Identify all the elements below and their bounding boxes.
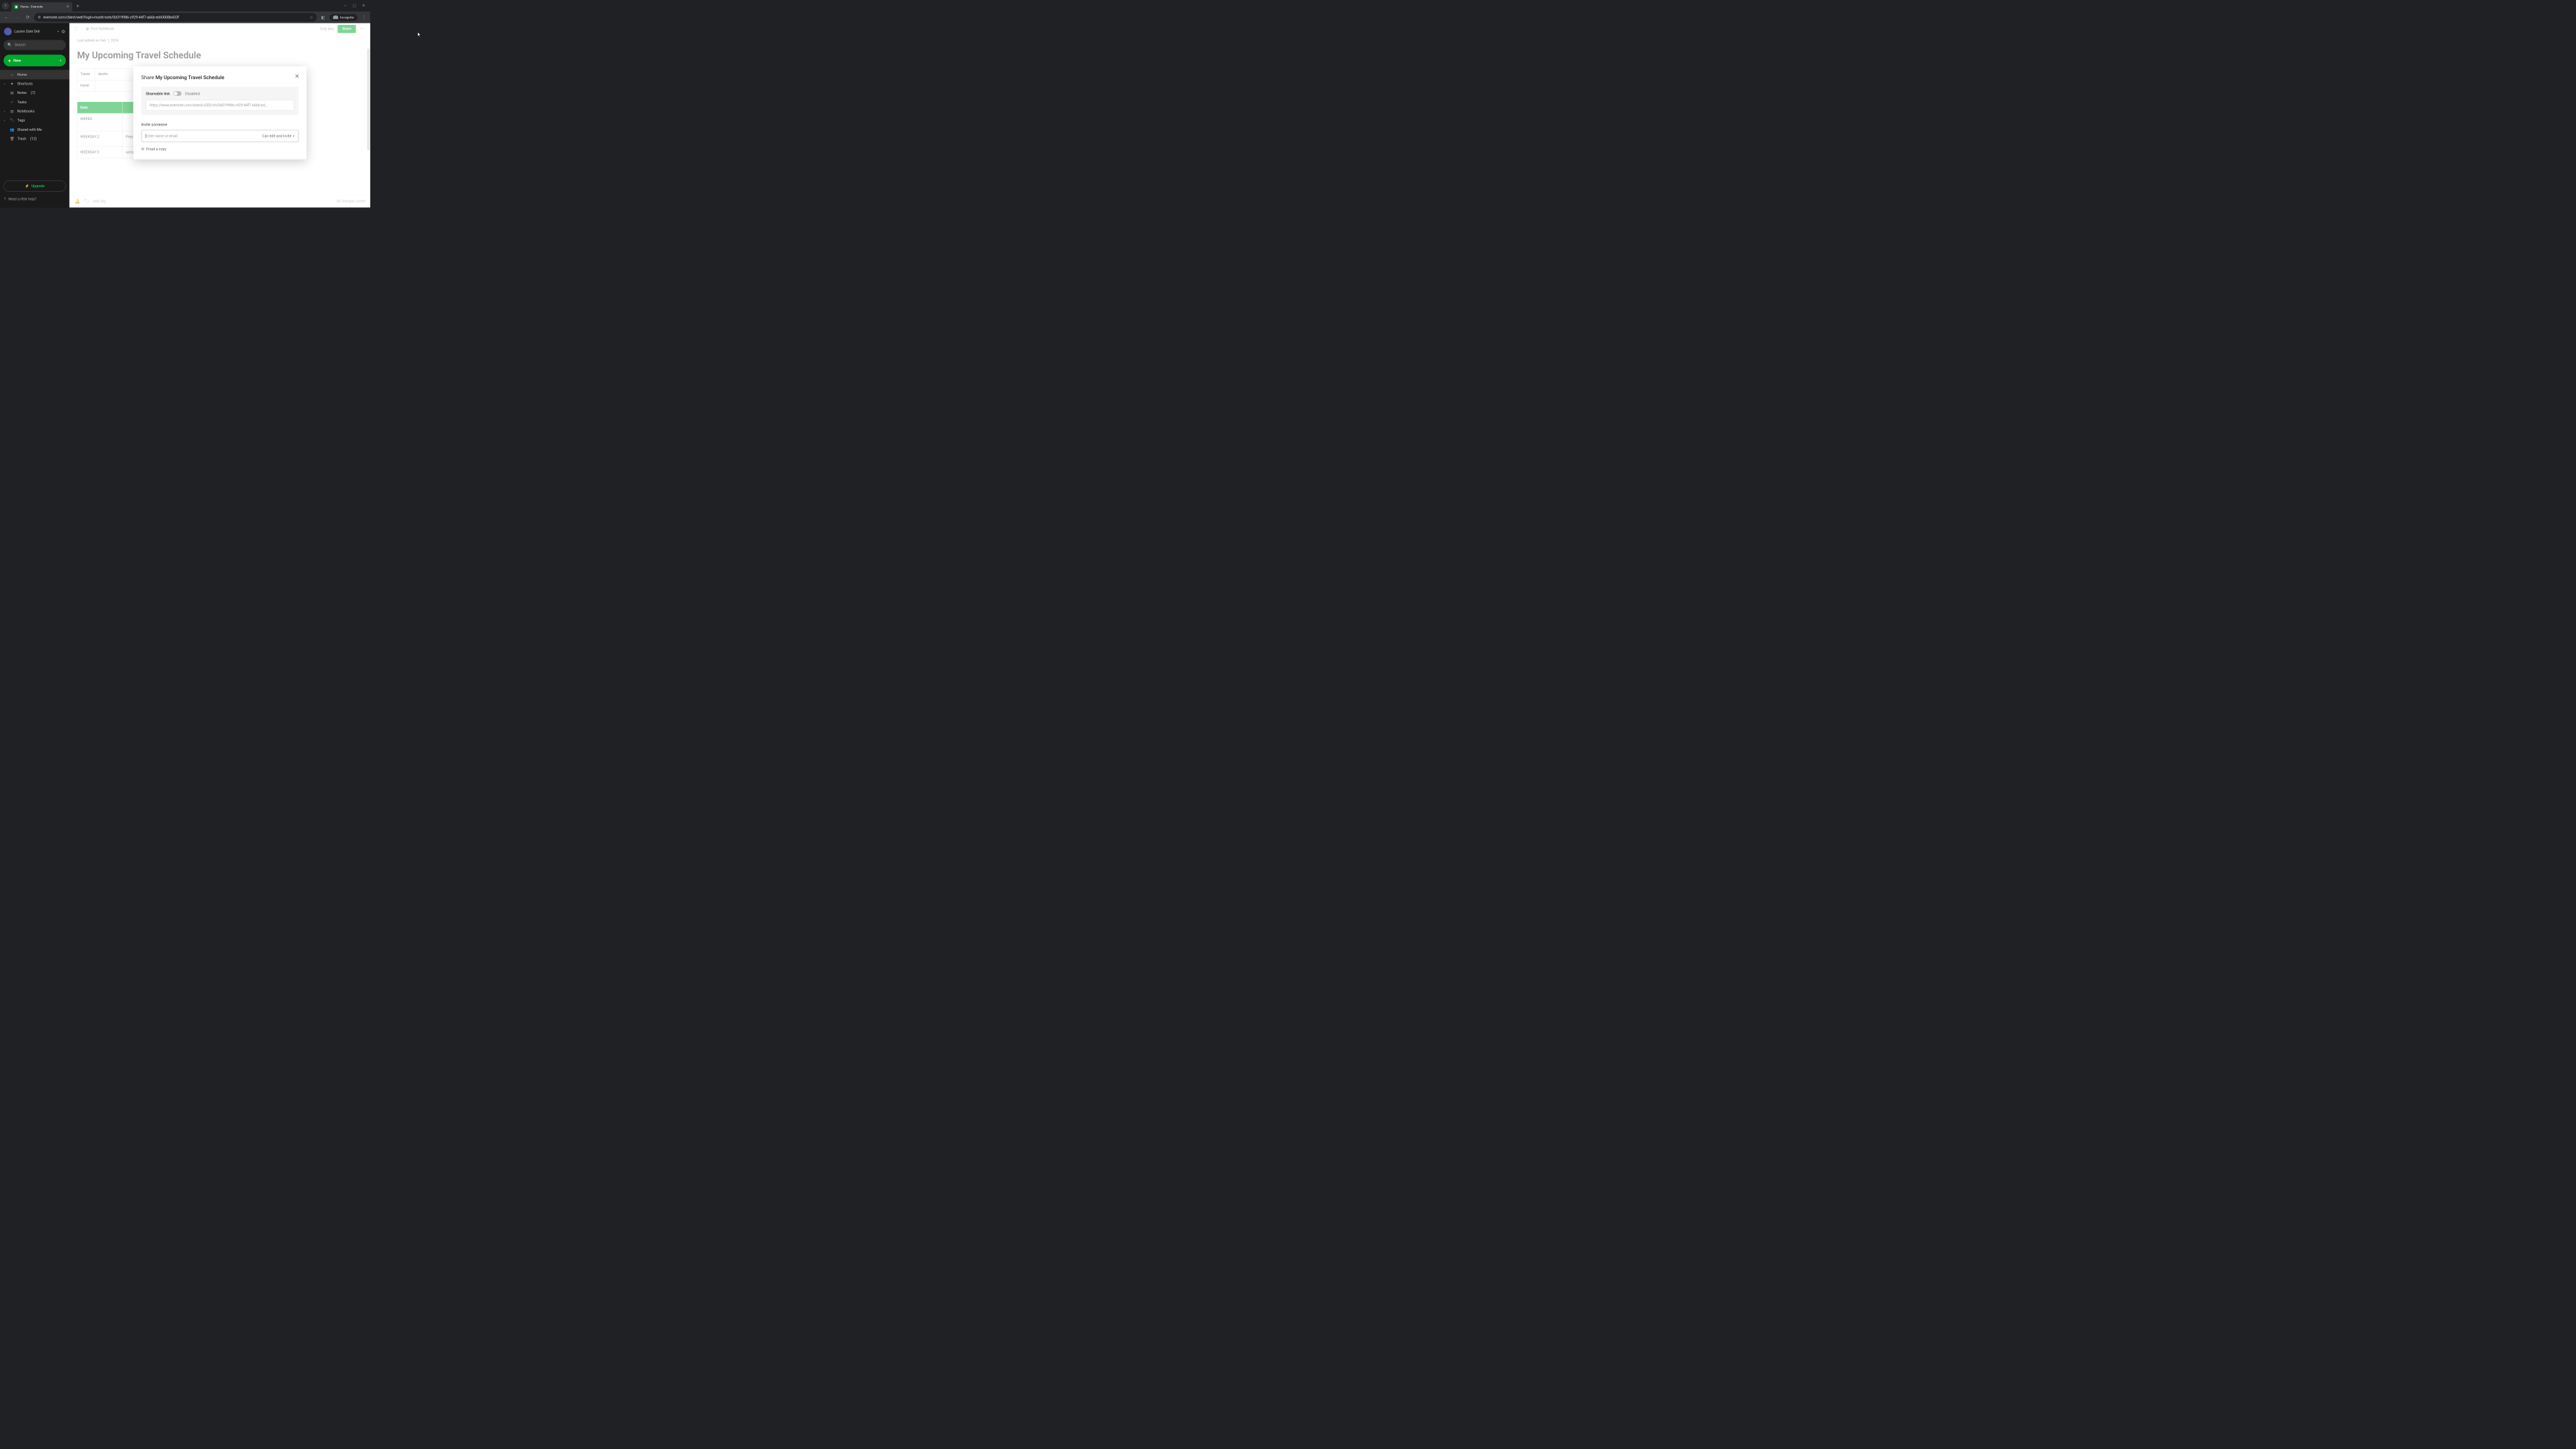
sidebar-item-count: (12)	[30, 137, 37, 141]
sidebar-item-label: Shared with Me	[17, 127, 42, 131]
sidebar-item-label: Home	[17, 72, 27, 76]
email-a-copy-link[interactable]: ✉ Email a copy	[142, 147, 299, 151]
help-label: Need a little help?	[8, 197, 36, 201]
invite-input[interactable]: Enter name or email Can edit and invite …	[142, 130, 299, 142]
sidebar-item-label: Tags	[17, 119, 25, 123]
modal-overlay[interactable]: Share My Upcoming Travel Schedule ✕ Shar…	[69, 23, 370, 207]
site-settings-icon[interactable]: ⚙	[38, 15, 41, 19]
sidebar-item-label: Trash	[17, 137, 26, 141]
close-window-button[interactable]: ✕	[362, 3, 365, 7]
side-panel-button[interactable]: ◧	[319, 13, 327, 21]
modal-title: Share My Upcoming Travel Schedule	[142, 74, 299, 80]
email-copy-label: Email a copy	[146, 147, 166, 151]
trash-icon: 🗑	[9, 137, 14, 141]
mouse-cursor	[418, 32, 421, 38]
new-tab-button[interactable]: +	[76, 3, 79, 9]
expand-caret-icon[interactable]: ▸	[4, 119, 7, 122]
invite-section-label: Invite someone	[142, 122, 299, 127]
address-bar[interactable]: ⚙ evernote.com/client/web?login=true#/no…	[34, 13, 317, 21]
sidebar-item-count: (7)	[31, 91, 36, 95]
note-icon: ▤	[9, 91, 14, 95]
check-circle-icon: ✓	[9, 100, 14, 104]
upgrade-label: Upgrade	[32, 184, 45, 188]
incognito-label: Incognito	[340, 15, 354, 19]
sidebar-item-tags[interactable]: ▸ 🏷 Tags	[0, 116, 69, 125]
new-label: New	[13, 58, 57, 63]
tab-search-dropdown[interactable]: ▾	[2, 2, 9, 9]
incognito-icon	[333, 15, 338, 19]
new-button[interactable]: + New ▾	[3, 54, 66, 66]
user-menu[interactable]: Lauren Dale Deli ▾ ⚙	[0, 26, 69, 37]
sidebar-item-notes[interactable]: ▤ Notes (7)	[0, 89, 69, 98]
minimize-button[interactable]: —	[343, 3, 346, 7]
back-button[interactable]: ←	[2, 13, 11, 21]
maximize-button[interactable]: ▢	[353, 3, 356, 7]
window-controls: — ▢ ✕	[343, 3, 368, 7]
note-pane: ⛶ ▥ First Notebook Only you Share ⋯ Last…	[69, 23, 370, 207]
browser-menu-button[interactable]: ⋮	[360, 15, 368, 20]
shareable-link-row: Shareable link Disabled	[146, 91, 294, 96]
browser-titlebar: ▾ Home - Evernote ✕ + — ▢ ✕	[0, 0, 370, 11]
home-icon: ⌂	[9, 72, 14, 76]
evernote-app: Lauren Dale Deli ▾ ⚙ 🔍 Search + New ▾ ⌂ …	[0, 23, 370, 207]
close-icon[interactable]: ✕	[294, 74, 299, 80]
shareable-link-toggle[interactable]	[174, 91, 182, 96]
plus-icon: +	[8, 58, 11, 64]
avatar	[4, 28, 11, 35]
sidebar-item-home[interactable]: ⌂ Home	[0, 70, 69, 79]
search-placeholder: Search	[15, 43, 25, 47]
tab-title: Home - Evernote	[20, 5, 64, 9]
sidebar-item-tasks[interactable]: ✓ Tasks	[0, 98, 69, 107]
sidebar-item-trash[interactable]: 🗑 Trash (12)	[0, 134, 69, 144]
shareable-link-section: Shareable link Disabled https://www.ever…	[142, 87, 299, 115]
toggle-state-label: Disabled	[185, 91, 200, 96]
chevron-down-icon: ▾	[60, 59, 61, 62]
star-icon: ★	[9, 82, 14, 86]
people-icon: 👥	[9, 127, 14, 131]
sidebar-item-notebooks[interactable]: ▸ ▥ Notebooks	[0, 107, 69, 116]
chevron-down-icon: ▾	[58, 30, 59, 33]
search-input[interactable]: 🔍 Search	[3, 40, 66, 50]
shareable-link-label: Shareable link	[146, 91, 170, 96]
chevron-down-icon: ▾	[293, 135, 294, 138]
sidebar-item-shared[interactable]: 👥 Shared with Me	[0, 125, 69, 134]
share-modal: Share My Upcoming Travel Schedule ✕ Shar…	[133, 66, 306, 160]
bookmark-star-icon[interactable]: ☆	[309, 15, 313, 19]
browser-toolbar: ← → ⟳ ⚙ evernote.com/client/web?login=tr…	[0, 11, 370, 23]
tag-icon: 🏷	[9, 119, 14, 123]
expand-caret-icon[interactable]: ▸	[4, 83, 7, 85]
browser-tab[interactable]: Home - Evernote ✕	[11, 2, 72, 11]
incognito-badge[interactable]: Incognito	[329, 14, 358, 21]
sidebar-item-label: Notebooks	[17, 109, 35, 113]
help-icon: ?	[4, 197, 6, 201]
sidebar-item-shortcuts[interactable]: ▸ ★ Shortcuts	[0, 79, 69, 89]
invite-placeholder: Enter name or email	[146, 134, 262, 138]
expand-caret-icon[interactable]: ▸	[4, 110, 7, 113]
share-link-display[interactable]: https://www.evernote.com/shard/s503/sh/0…	[146, 100, 294, 111]
forward-button[interactable]: →	[13, 13, 21, 21]
permission-dropdown[interactable]: Can edit and invite ▾	[262, 134, 294, 138]
sidebar: Lauren Dale Deli ▾ ⚙ 🔍 Search + New ▾ ⌂ …	[0, 23, 69, 207]
lightning-icon: ⚡	[25, 184, 30, 188]
username: Lauren Dale Deli	[14, 30, 55, 34]
reload-button[interactable]: ⟳	[23, 13, 32, 21]
evernote-favicon	[14, 5, 18, 9]
sidebar-item-label: Shortcuts	[17, 82, 33, 86]
tab-close-icon[interactable]: ✕	[66, 5, 69, 9]
help-link[interactable]: ? Need a little help?	[0, 195, 69, 205]
search-icon: 🔍	[7, 43, 12, 47]
notebook-icon: ▥	[9, 109, 14, 113]
upgrade-button[interactable]: ⚡ Upgrade	[3, 180, 66, 192]
sidebar-item-label: Notes	[17, 91, 27, 95]
settings-gear-icon[interactable]: ⚙	[61, 29, 65, 34]
sidebar-item-label: Tasks	[17, 100, 27, 104]
permission-label: Can edit and invite	[262, 134, 291, 138]
url-text: evernote.com/client/web?login=true#/note…	[44, 15, 307, 19]
envelope-icon: ✉	[142, 147, 144, 151]
